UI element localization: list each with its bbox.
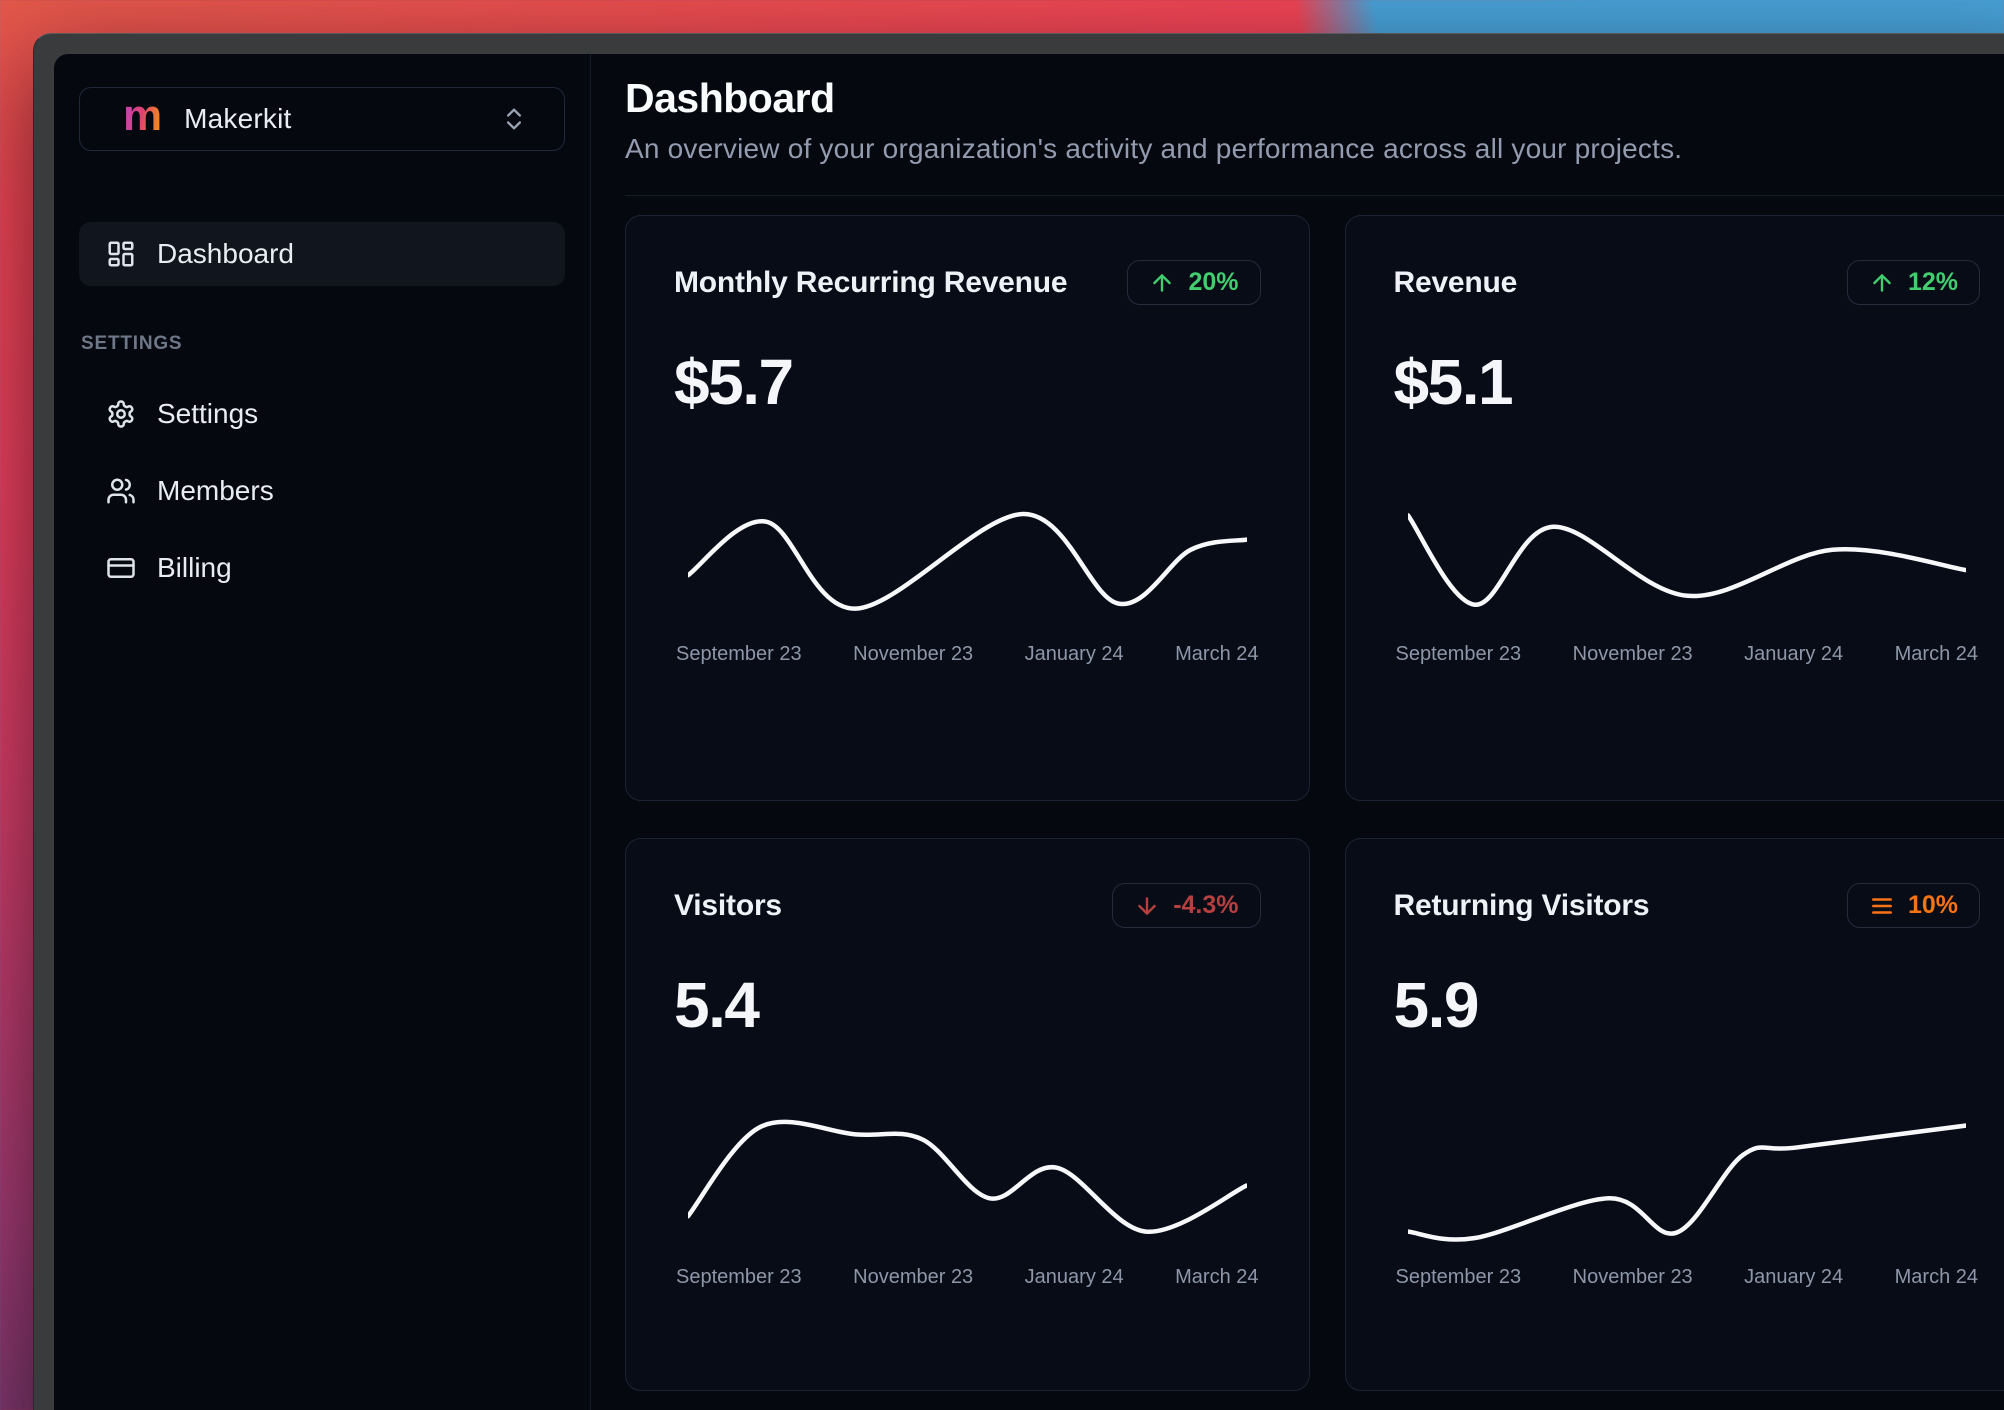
sidebar-item-members[interactable]: Members [79, 466, 565, 516]
sidebar-item-label: Dashboard [157, 238, 294, 269]
metric-value: 5.9 [1393, 969, 1480, 1041]
x-axis-labels: September 23 November 23 January 24 Marc… [676, 1266, 1259, 1289]
sparkline-chart [1408, 489, 1967, 631]
x-axis-label: March 24 [1175, 1266, 1259, 1288]
trend-value: -4.3% [1173, 891, 1239, 919]
metrics-grid: Monthly Recurring Revenue 20% $5.7 Septe… [625, 215, 2004, 1391]
x-axis-label: September 23 [1395, 1266, 1522, 1288]
card-title: Monthly Recurring Revenue [674, 265, 1068, 299]
x-axis-label: November 23 [853, 643, 974, 665]
card-title: Visitors [674, 888, 782, 922]
x-axis-label: March 24 [1175, 643, 1259, 665]
settings-nav-group: Settings Members Billing [79, 389, 565, 593]
chevrons-up-down-icon [507, 108, 521, 130]
x-axis-labels: September 23 November 23 January 24 Marc… [1396, 1266, 1979, 1289]
sparkline-chart [1408, 1112, 1967, 1254]
x-axis-label: November 23 [853, 1266, 974, 1288]
x-axis-label: September 23 [676, 1266, 802, 1288]
organization-selector[interactable]: m Makerkit [79, 87, 565, 151]
sidebar-item-billing[interactable]: Billing [79, 543, 565, 593]
trend-badge: 10% [1846, 883, 1980, 928]
x-axis-label: September 23 [1395, 643, 1522, 665]
page-header: Dashboard An overview of your organizati… [625, 75, 2004, 196]
sidebar-item-label: Billing [157, 552, 232, 583]
card-title: Returning Visitors [1393, 888, 1650, 922]
arrow-down-icon [1138, 896, 1156, 915]
arrow-up-icon [1153, 273, 1172, 292]
app-window: m Makerkit Dashboard SETTINGS Settings M… [33, 33, 2004, 1410]
credit-card-icon [107, 558, 135, 578]
x-axis-label: January 24 [1024, 643, 1124, 665]
x-axis-label: September 23 [676, 643, 802, 665]
gear-icon [108, 400, 134, 428]
users-icon [107, 478, 135, 504]
app-surface: m Makerkit Dashboard SETTINGS Settings M… [54, 54, 2004, 1410]
x-axis-label: November 23 [1572, 1266, 1693, 1288]
metric-card-returning-visitors: Returning Visitors 10% 5.9 September 23 … [1344, 838, 2004, 1391]
main-content: Dashboard An overview of your organizati… [591, 54, 2004, 1410]
x-axis-label: January 24 [1744, 643, 1844, 665]
sidebar-item-settings[interactable]: Settings [79, 389, 565, 439]
trend-badge: 12% [1846, 260, 1980, 305]
page-title: Dashboard [625, 75, 835, 121]
metric-card-mrr: Monthly Recurring Revenue 20% $5.7 Septe… [625, 215, 1310, 801]
sidebar: m Makerkit Dashboard SETTINGS Settings M… [54, 54, 591, 1410]
trend-badge: -4.3% [1112, 883, 1261, 928]
x-axis-label: March 24 [1894, 1266, 1978, 1288]
settings-section-label: SETTINGS [81, 333, 183, 354]
sidebar-item-dashboard[interactable]: Dashboard [79, 222, 565, 286]
x-axis-labels: September 23 November 23 January 24 Marc… [676, 643, 1259, 666]
trend-value: 10% [1907, 891, 1958, 919]
metric-value: $5.1 [1393, 346, 1514, 418]
x-axis-labels: September 23 November 23 January 24 Marc… [1396, 643, 1979, 666]
arrow-up-icon [1873, 273, 1891, 292]
card-title: Revenue [1393, 265, 1518, 299]
menu-icon [1871, 897, 1892, 914]
metric-card-revenue: Revenue 12% $5.1 September 23 November 2… [1344, 215, 2004, 801]
sparkline-chart [688, 1112, 1247, 1254]
page-subtitle: An overview of your organization's activ… [625, 133, 1683, 164]
sidebar-item-label: Members [157, 475, 274, 506]
makerkit-logo: m [123, 91, 163, 140]
metric-value: 5.4 [674, 969, 760, 1041]
x-axis-label: November 23 [1572, 643, 1693, 665]
trend-badge: 20% [1127, 260, 1261, 305]
sidebar-item-label: Settings [157, 398, 259, 429]
trend-value: 20% [1188, 268, 1239, 296]
x-axis-label: January 24 [1744, 1266, 1844, 1288]
organization-name: Makerkit [184, 103, 292, 134]
layout-dashboard-icon [108, 241, 134, 267]
x-axis-label: March 24 [1894, 643, 1978, 665]
metric-value: $5.7 [674, 346, 794, 418]
trend-value: 12% [1907, 268, 1958, 296]
metric-card-visitors: Visitors -4.3% 5.4 September 23 November… [625, 838, 1310, 1391]
sparkline-chart [688, 489, 1247, 631]
x-axis-label: January 24 [1024, 1266, 1124, 1288]
